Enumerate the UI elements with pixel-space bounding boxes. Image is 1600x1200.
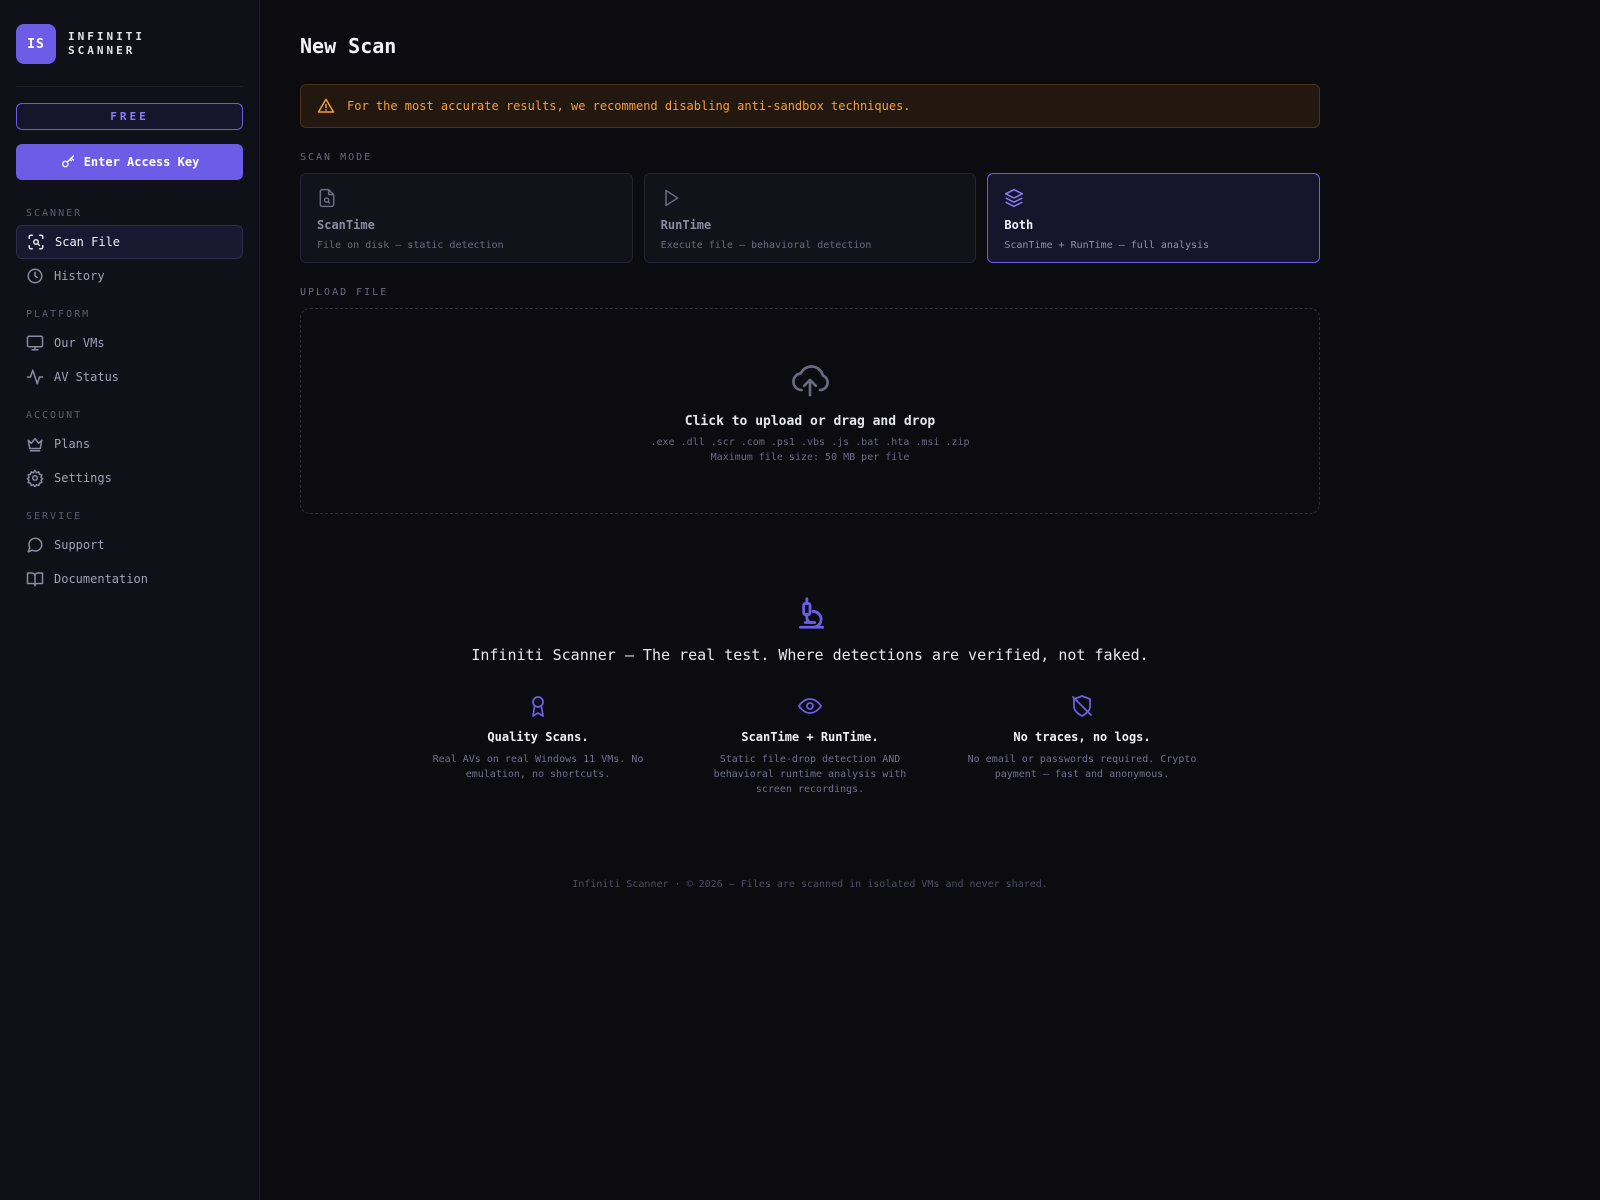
- sidebar-item-settings[interactable]: Settings: [16, 461, 243, 495]
- brand-name: INFINITI SCANNER: [68, 30, 145, 57]
- sidebar-item-history[interactable]: History: [16, 259, 243, 293]
- sidebar-item-label: Documentation: [54, 572, 148, 586]
- brand-logo: IS: [16, 24, 56, 64]
- footer: Infiniti Scanner · © 2026 — Files are sc…: [572, 879, 1048, 890]
- warning-icon: [317, 98, 335, 113]
- brand[interactable]: IS INFINITI SCANNER: [16, 24, 243, 87]
- layers-icon: [1005, 188, 1024, 208]
- sidebar-item-label: AV Status: [54, 370, 120, 384]
- nav-section-service: SERVICE: [26, 511, 83, 522]
- nav-section-scanner: SCANNER: [26, 208, 83, 219]
- eye-icon: [798, 698, 822, 714]
- nav-section-account: ACCOUNT: [26, 410, 83, 421]
- sidebar-item-av-status[interactable]: AV Status: [16, 360, 243, 394]
- sidebar-item-our-vms[interactable]: Our VMs: [16, 326, 243, 360]
- plan-badge: FREE: [16, 103, 243, 130]
- award-icon: [532, 696, 544, 717]
- file-search-icon: [319, 188, 335, 208]
- sidebar-item-documentation[interactable]: Documentation: [16, 562, 243, 596]
- about-section: Infiniti Scanner — The real test. Where …: [300, 594, 1320, 797]
- cloud-upload-icon: [792, 364, 829, 396]
- feature-desc: No email or passwords required. Crypto p…: [967, 754, 1197, 780]
- gear-icon: [26, 469, 44, 487]
- book-icon: [26, 572, 44, 587]
- sidebar-item-scan-file[interactable]: Scan File: [16, 225, 243, 259]
- mode-desc: ScanTime + RunTime — full analysis: [1004, 240, 1210, 251]
- sidebar-item-label: Scan File: [55, 235, 121, 249]
- upload-file-types: .exe .dll .scr .com .ps1 .vbs .js .bat .…: [650, 436, 970, 448]
- mode-card-both[interactable]: Both ScanTime + RunTime — full analysis: [987, 173, 1321, 263]
- mode-card-scantime[interactable]: ScanTime File on disk — static detection: [300, 173, 633, 263]
- main-content: New Scan For the most accurate results, …: [260, 0, 1600, 1200]
- warning-text: For the most accurate results, we recomm…: [347, 99, 911, 113]
- sidebar-item-label: Plans: [54, 437, 91, 451]
- feature-desc: Static file-drop detection AND behaviora…: [713, 754, 907, 795]
- mode-name: Both: [1004, 218, 1034, 232]
- page-title: New Scan: [300, 34, 397, 58]
- activity-icon: [26, 369, 44, 385]
- feature-item: No traces, no logs. No email or password…: [966, 694, 1198, 797]
- upload-size-limit: Maximum file size: 50 MB per file: [710, 451, 910, 463]
- scan-mode-options: ScanTime File on disk — static detection…: [300, 173, 1321, 263]
- feature-desc: Real AVs on real Windows 11 VMs. No emul…: [432, 754, 644, 780]
- sidebar-item-plans[interactable]: Plans: [16, 427, 243, 461]
- microscope-icon: [799, 597, 825, 629]
- chat-icon: [27, 537, 43, 553]
- shield-off-icon: [1072, 695, 1092, 717]
- sidebar-item-label: History: [54, 269, 105, 283]
- clock-icon: [27, 268, 43, 284]
- scan-mode-label: SCAN MODE: [300, 152, 373, 163]
- mode-desc: File on disk — static detection: [317, 240, 504, 251]
- scan-icon: [28, 234, 44, 250]
- app-root: IS INFINITI SCANNER FREE Enter Access Ke…: [0, 0, 1600, 1200]
- enter-access-key-button[interactable]: Enter Access Key: [16, 144, 243, 180]
- feature-title: No traces, no logs.: [1013, 730, 1151, 744]
- sidebar-item-label: Settings: [54, 471, 112, 485]
- sidebar: IS INFINITI SCANNER FREE Enter Access Ke…: [0, 0, 260, 1200]
- upload-file-label: UPLOAD FILE: [300, 287, 389, 298]
- nav-section-platform: PLATFORM: [26, 309, 91, 320]
- monitor-icon: [26, 335, 44, 351]
- crown-icon: [27, 438, 43, 452]
- feature-item: Quality Scans. Real AVs on real Windows …: [422, 694, 654, 797]
- feature-title: ScanTime + RunTime.: [741, 730, 879, 744]
- mode-name: ScanTime: [317, 218, 375, 232]
- mode-card-runtime[interactable]: RunTime Execute file — behavioral detect…: [643, 173, 977, 263]
- upload-title: Click to upload or drag and drop: [684, 413, 936, 429]
- file-dropzone[interactable]: Click to upload or drag and drop .exe .d…: [300, 308, 1320, 514]
- sidebar-item-label: Support: [54, 538, 105, 552]
- about-title: Infiniti Scanner — The real test. Where …: [471, 646, 1149, 664]
- access-button-label: Enter Access Key: [83, 155, 200, 169]
- mode-name: RunTime: [660, 218, 712, 232]
- sidebar-item-label: Our VMs: [54, 336, 105, 350]
- feature-item: ScanTime + RunTime. Static file-drop det…: [694, 694, 926, 797]
- feature-title: Quality Scans.: [487, 730, 589, 744]
- play-icon: [664, 189, 679, 207]
- feature-list: Quality Scans. Real AVs on real Windows …: [422, 694, 1198, 797]
- mode-desc: Execute file — behavioral detection: [660, 240, 872, 251]
- sidebar-item-support[interactable]: Support: [16, 528, 243, 562]
- key-icon: [61, 155, 74, 168]
- warning-banner: For the most accurate results, we recomm…: [300, 84, 1320, 128]
